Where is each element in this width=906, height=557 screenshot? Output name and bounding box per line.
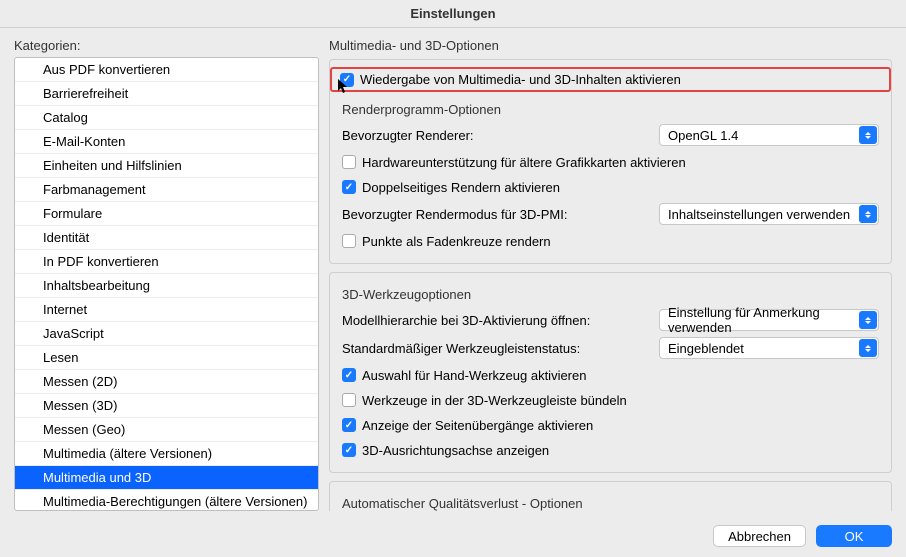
category-item[interactable]: In PDF konvertieren	[15, 250, 318, 274]
orient-axis-checkbox[interactable]	[342, 443, 356, 457]
category-item[interactable]: Multimedia (ältere Versionen)	[15, 442, 318, 466]
render-mode-select[interactable]: Inhaltseinstellungen verwenden	[659, 203, 879, 225]
enable-playback-checkbox[interactable]	[340, 73, 354, 87]
points-crosshair-checkbox[interactable]	[342, 234, 356, 248]
toolbar-state-select[interactable]: Eingeblendet	[659, 337, 879, 359]
points-crosshair-label: Punkte als Fadenkreuze rendern	[362, 234, 551, 249]
category-item[interactable]: Einheiten und Hilfslinien	[15, 154, 318, 178]
preferred-renderer-select[interactable]: OpenGL 1.4	[659, 124, 879, 146]
category-item[interactable]: Catalog	[15, 106, 318, 130]
model-hierarchy-select[interactable]: Einstellung für Anmerkung verwenden	[659, 309, 879, 331]
enable-playback-label: Wiedergabe von Multimedia- und 3D-Inhalt…	[360, 72, 681, 87]
chevron-updown-icon	[859, 126, 877, 144]
page-transitions-checkbox[interactable]	[342, 418, 356, 432]
orient-axis-label: 3D-Ausrichtungsachse anzeigen	[362, 443, 549, 458]
bundle-tools-checkbox[interactable]	[342, 393, 356, 407]
page-transitions-label: Anzeige der Seitenübergänge aktivieren	[362, 418, 593, 433]
main-area: Kategorien: Aus PDF konvertierenBarriere…	[0, 28, 906, 517]
chevron-updown-icon	[859, 311, 877, 329]
toolbar-state-label: Standardmäßiger Werkzeugleistenstatus:	[342, 341, 580, 356]
category-item[interactable]: Inhaltsbearbeitung	[15, 274, 318, 298]
hw-legacy-checkbox[interactable]	[342, 155, 356, 169]
bundle-tools-label: Werkzeuge in der 3D-Werkzeugleiste bünde…	[362, 393, 627, 408]
category-item[interactable]: Farbmanagement	[15, 178, 318, 202]
categories-list[interactable]: Aus PDF konvertierenBarrierefreiheitCata…	[14, 57, 319, 511]
preferred-renderer-label: Bevorzugter Renderer:	[342, 128, 474, 143]
category-item[interactable]: Messen (2D)	[15, 370, 318, 394]
model-hierarchy-label: Modellhierarchie bei 3D-Aktivierung öffn…	[342, 313, 590, 328]
category-item[interactable]: Formulare	[15, 202, 318, 226]
hand-select-label: Auswahl für Hand-Werkzeug aktivieren	[362, 368, 586, 383]
tools-group: 3D-Werkzeugoptionen Modellhierarchie bei…	[329, 272, 892, 473]
autodegrade-group: Automatischer Qualitätsverlust - Optione…	[329, 481, 892, 511]
settings-panel: Multimedia- und 3D-Optionen Wiedergabe v…	[329, 38, 892, 511]
double-sided-checkbox[interactable]	[342, 180, 356, 194]
categories-label: Kategorien:	[14, 38, 319, 53]
category-item[interactable]: Barrierefreiheit	[15, 82, 318, 106]
double-sided-label: Doppelseitiges Rendern aktivieren	[362, 180, 560, 195]
render-mode-label: Bevorzugter Rendermodus für 3D-PMI:	[342, 207, 567, 222]
category-item[interactable]: Messen (3D)	[15, 394, 318, 418]
ok-button[interactable]: OK	[816, 525, 892, 547]
chevron-updown-icon	[859, 205, 877, 223]
category-item[interactable]: E-Mail-Konten	[15, 130, 318, 154]
renderer-section-label: Renderprogramm-Optionen	[342, 102, 879, 117]
dialog-buttons: Abbrechen OK	[0, 517, 906, 557]
category-item[interactable]: Identität	[15, 226, 318, 250]
hw-legacy-label: Hardwareunterstützung für ältere Grafikk…	[362, 155, 686, 170]
category-item[interactable]: Multimedia-Berechtigungen (ältere Versio…	[15, 490, 318, 511]
autodegrade-section-label: Automatischer Qualitätsverlust - Optione…	[342, 496, 879, 511]
category-item[interactable]: Internet	[15, 298, 318, 322]
category-item[interactable]: Aus PDF konvertieren	[15, 58, 318, 82]
renderer-group: Wiedergabe von Multimedia- und 3D-Inhalt…	[329, 59, 892, 264]
category-item[interactable]: Lesen	[15, 346, 318, 370]
tools-section-label: 3D-Werkzeugoptionen	[342, 287, 879, 302]
window-title: Einstellungen	[0, 0, 906, 28]
chevron-updown-icon	[859, 339, 877, 357]
category-item[interactable]: Multimedia und 3D	[15, 466, 318, 490]
enable-playback-highlight: Wiedergabe von Multimedia- und 3D-Inhalt…	[330, 67, 891, 92]
category-item[interactable]: Messen (Geo)	[15, 418, 318, 442]
hand-select-checkbox[interactable]	[342, 368, 356, 382]
categories-column: Kategorien: Aus PDF konvertierenBarriere…	[14, 38, 319, 511]
category-item[interactable]: JavaScript	[15, 322, 318, 346]
panel-title: Multimedia- und 3D-Optionen	[329, 38, 892, 53]
cancel-button[interactable]: Abbrechen	[713, 525, 806, 547]
